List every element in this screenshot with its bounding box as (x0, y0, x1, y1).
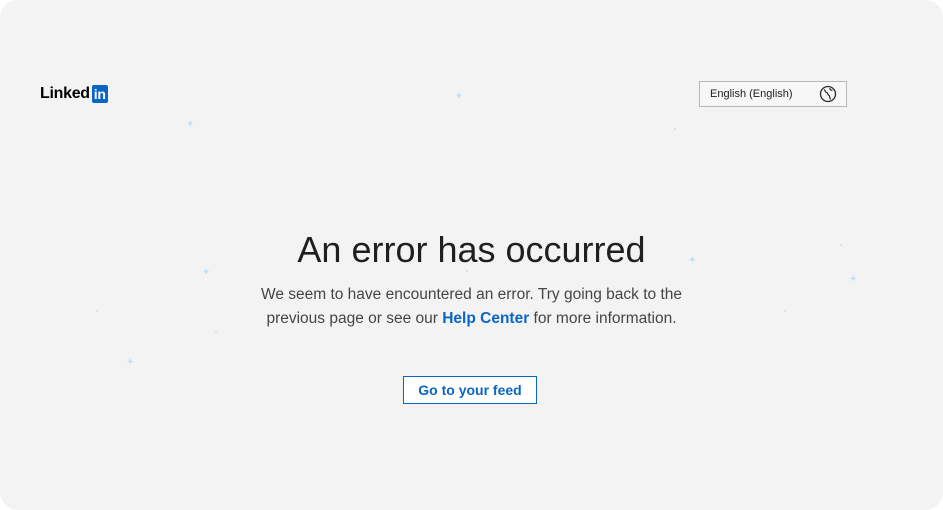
sparkle-icon: ✦ (455, 91, 464, 102)
sparkle-dot (215, 331, 217, 333)
globe-icon (819, 85, 837, 103)
logo-wordmark: Linked (40, 85, 90, 102)
help-center-link[interactable]: Help Center (442, 310, 529, 327)
page-title: An error has occurred (297, 229, 646, 270)
linkedin-logo[interactable]: Linked in (40, 84, 108, 104)
error-description: We seem to have encountered an error. Tr… (237, 283, 707, 331)
language-selected-value: English (English) (710, 88, 793, 100)
language-selector[interactable]: English (English) (699, 81, 847, 107)
sparkle-icon: ✦ (126, 357, 135, 368)
logo-in-box: in (91, 85, 108, 103)
error-content: An error has occurred We seem to have en… (0, 228, 943, 331)
error-page: ✦ ✦ ✦ ✦ ✦ ✦ Linked in English (English) … (0, 0, 943, 510)
go-to-feed-button[interactable]: Go to your feed (403, 376, 537, 404)
description-text-after: for more information. (529, 310, 677, 327)
sparkle-dot (674, 128, 676, 130)
sparkle-icon: ✦ (186, 119, 195, 130)
